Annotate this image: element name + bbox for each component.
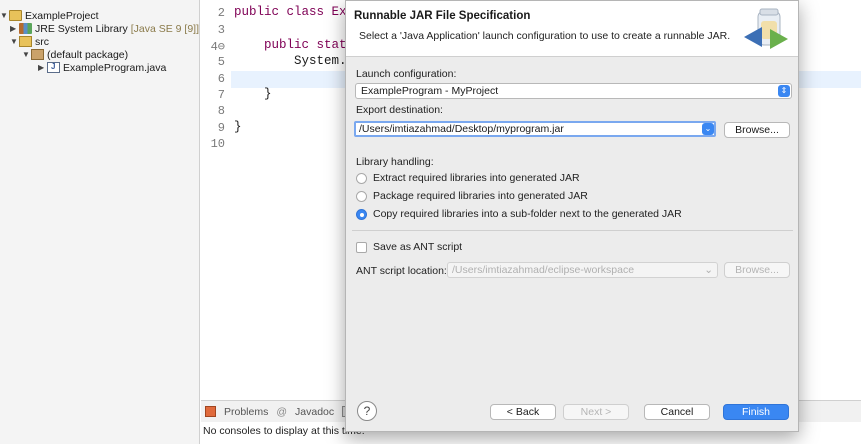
save-ant-label: Save as ANT script	[373, 241, 463, 253]
next-button: Next >	[563, 404, 629, 420]
radio-package-libraries[interactable]: Package required libraries into generate…	[356, 190, 588, 202]
radio-label: Package required libraries into generate…	[373, 190, 588, 202]
javadoc-icon: @	[276, 405, 288, 418]
line-number: 3	[217, 23, 225, 37]
tree-item-jre-library[interactable]: ▶ JRE System Library [Java SE 9 [9]]	[10, 22, 199, 35]
radio-button[interactable]	[356, 172, 367, 184]
line-number: 7	[217, 88, 225, 102]
source-folder-icon	[19, 36, 32, 47]
collapsed-arrow-icon[interactable]: ▶	[38, 63, 47, 72]
code-line: }	[234, 120, 242, 134]
project-explorer: ▼ ExampleProject ▶ JRE System Library [J…	[0, 0, 200, 444]
code-line: }	[234, 87, 272, 101]
line-number: 10	[210, 137, 225, 151]
problems-icon	[205, 406, 216, 417]
tree-item-label: JRE System Library	[35, 22, 128, 35]
line-number: 9	[217, 121, 225, 135]
runnable-jar-dialog: Runnable JAR File Specification Select a…	[345, 0, 799, 432]
tree-item-default-package[interactable]: ▼ (default package)	[22, 48, 128, 61]
console-message: No consoles to display at this time.	[203, 425, 365, 437]
help-button[interactable]: ?	[357, 401, 377, 421]
launch-config-label: Launch configuration:	[356, 68, 457, 80]
collapsed-arrow-icon[interactable]: ▶	[10, 24, 19, 33]
expanded-arrow-icon[interactable]: ▼	[22, 50, 31, 59]
save-ant-checkbox-row[interactable]: Save as ANT script	[356, 241, 462, 253]
package-icon	[31, 49, 44, 60]
radio-button-selected[interactable]	[356, 208, 367, 220]
line-number: 6	[217, 72, 225, 86]
ant-browse-button: Browse...	[724, 262, 790, 278]
radio-copy-libraries[interactable]: Copy required libraries into a sub-folde…	[356, 208, 682, 220]
line-number: 8	[217, 104, 225, 118]
tab-javadoc[interactable]: Javadoc	[295, 406, 334, 418]
dialog-title: Runnable JAR File Specification	[354, 10, 531, 22]
tree-item-label: ExampleProgram.java	[63, 61, 167, 74]
code-line: public class Exa	[234, 5, 354, 19]
ant-location-input: /Users/imtiazahmad/eclipse-workspace ⌄	[447, 262, 718, 278]
chevron-down-icon: ⌄	[704, 264, 713, 276]
radio-label: Extract required libraries into generate…	[373, 172, 580, 184]
java-file-icon	[47, 62, 60, 73]
line-number: 2	[217, 6, 225, 20]
launch-config-select[interactable]: ExampleProgram - MyProject ⇕	[355, 83, 792, 99]
updown-arrow-icon: ⇕	[778, 85, 790, 97]
tab-problems[interactable]: Problems	[224, 406, 268, 418]
divider	[352, 230, 793, 231]
library-handling-label: Library handling:	[356, 156, 434, 168]
code-text: public class Exa	[234, 5, 355, 19]
cancel-button[interactable]: Cancel	[644, 404, 710, 420]
tree-item-label: (default package)	[47, 48, 129, 61]
jar-export-banner-icon	[744, 8, 788, 49]
tree-item-label: ExampleProject	[25, 9, 99, 22]
code-line: public stati	[234, 38, 354, 52]
finish-button[interactable]: Finish	[723, 404, 789, 420]
export-dest-value: /Users/imtiazahmad/Desktop/myprogram.jar	[359, 123, 564, 135]
library-icon	[19, 23, 32, 34]
radio-extract-libraries[interactable]: Extract required libraries into generate…	[356, 172, 580, 184]
radio-button[interactable]	[356, 190, 367, 202]
launch-config-value: ExampleProgram - MyProject	[361, 85, 499, 97]
tree-item-decoration: [Java SE 9 [9]]	[130, 22, 199, 35]
tree-item-label: src	[35, 35, 49, 48]
tree-item-src[interactable]: ▼ src	[10, 35, 49, 48]
expanded-arrow-icon[interactable]: ▼	[0, 11, 9, 20]
code-line: System.o	[234, 54, 355, 68]
save-ant-checkbox[interactable]	[356, 241, 367, 253]
line-number: 4⊖	[210, 40, 225, 54]
project-folder-icon	[9, 10, 22, 21]
radio-label: Copy required libraries into a sub-folde…	[373, 208, 682, 220]
ant-location-label: ANT script location:	[356, 265, 447, 277]
browse-button[interactable]: Browse...	[724, 122, 790, 138]
expanded-arrow-icon[interactable]: ▼	[10, 37, 19, 46]
chevron-down-icon[interactable]: ⌄	[702, 123, 714, 135]
ant-location-value: /Users/imtiazahmad/eclipse-workspace	[452, 264, 635, 276]
dialog-description: Select a 'Java Application' launch confi…	[359, 30, 731, 42]
export-dest-label: Export destination:	[356, 104, 443, 116]
back-button[interactable]: < Back	[490, 404, 556, 420]
dialog-header: Runnable JAR File Specification Select a…	[346, 1, 798, 57]
tree-item-project[interactable]: ▼ ExampleProject	[0, 9, 99, 22]
line-number: 5	[217, 55, 225, 69]
code-text: public stati	[234, 38, 355, 52]
export-dest-input[interactable]: /Users/imtiazahmad/Desktop/myprogram.jar…	[354, 121, 716, 137]
tree-item-example-program[interactable]: ▶ ExampleProgram.java	[38, 61, 166, 74]
